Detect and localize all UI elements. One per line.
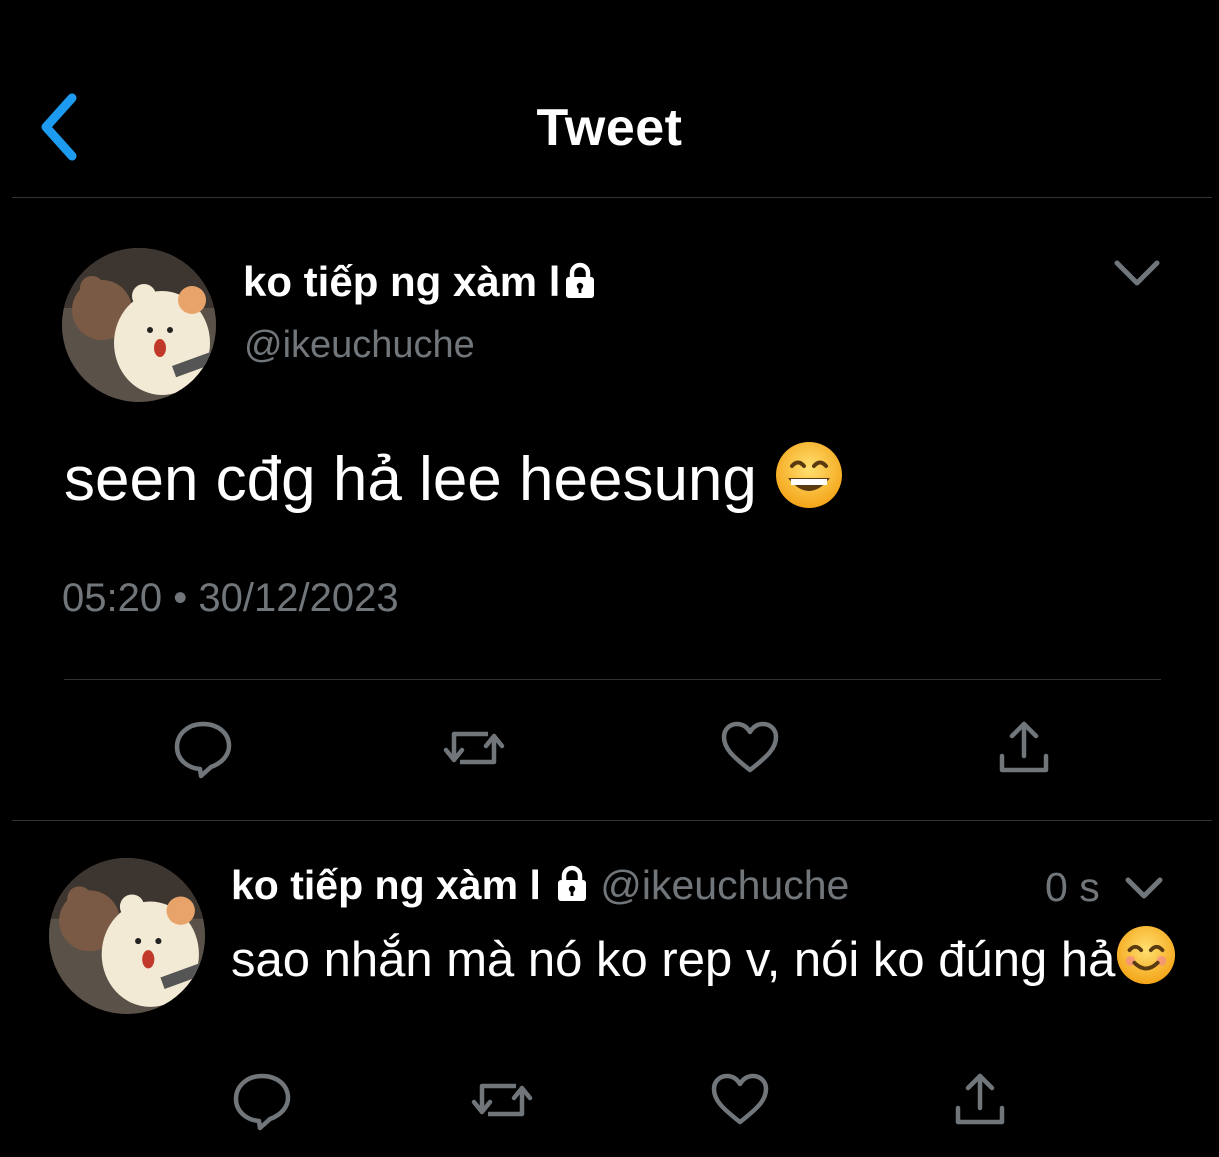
reply-button[interactable] [171,716,235,780]
share-button[interactable] [948,1068,1012,1132]
avatar-image [62,248,216,402]
like-button[interactable] [718,716,782,780]
time-ago[interactable]: 0 s [1045,864,1100,911]
lock-icon [552,862,592,909]
avatar-image [49,858,205,1014]
like-button[interactable] [708,1068,772,1132]
retweet-button[interactable] [442,716,506,780]
avatar[interactable] [62,248,216,402]
chevron-down-icon [1125,877,1163,899]
tweet-time: 05:20 [62,576,163,620]
heart-icon [721,721,779,773]
heart-icon [711,1073,769,1125]
retweet-button[interactable] [470,1068,534,1132]
retweet-icon [443,731,505,765]
reply-icon [174,721,232,779]
handle[interactable]: @ikeuchuche [244,324,475,367]
smiling-face-emoji [1115,924,1177,1002]
lock-icon [560,258,600,306]
more-options-button[interactable] [1123,872,1165,904]
divider [64,679,1161,680]
handle[interactable]: @ikeuchuche [600,862,849,908]
more-options-button[interactable] [1112,255,1162,293]
display-name[interactable]: ko tiếp ng xàm l [231,862,592,908]
tweet-text: seen cđg hả lee heesung [64,440,844,525]
share-icon [999,721,1049,773]
divider [12,820,1212,821]
avatar[interactable] [49,858,205,1014]
reply-icon [233,1073,291,1131]
tweet-text: sao nhắn mà nó ko rep v, nói ko đúng hả [231,924,1191,1002]
header-divider [12,197,1212,198]
separator-dot: • [173,576,188,620]
share-button[interactable] [992,716,1056,780]
timestamp[interactable]: 05:20 • 30/12/2023 [62,576,399,621]
page-title: Tweet [536,99,683,157]
reply-header: ko tiếp ng xàm l @ikeuchuche [231,862,849,909]
grinning-face-emoji [774,440,844,525]
display-name[interactable]: ko tiếp ng xàm l [243,258,600,306]
tweet-date: 30/12/2023 [198,576,399,620]
chevron-down-icon [1114,260,1160,286]
share-icon [955,1073,1005,1125]
reply-button[interactable] [230,1068,294,1132]
retweet-icon [471,1083,533,1117]
